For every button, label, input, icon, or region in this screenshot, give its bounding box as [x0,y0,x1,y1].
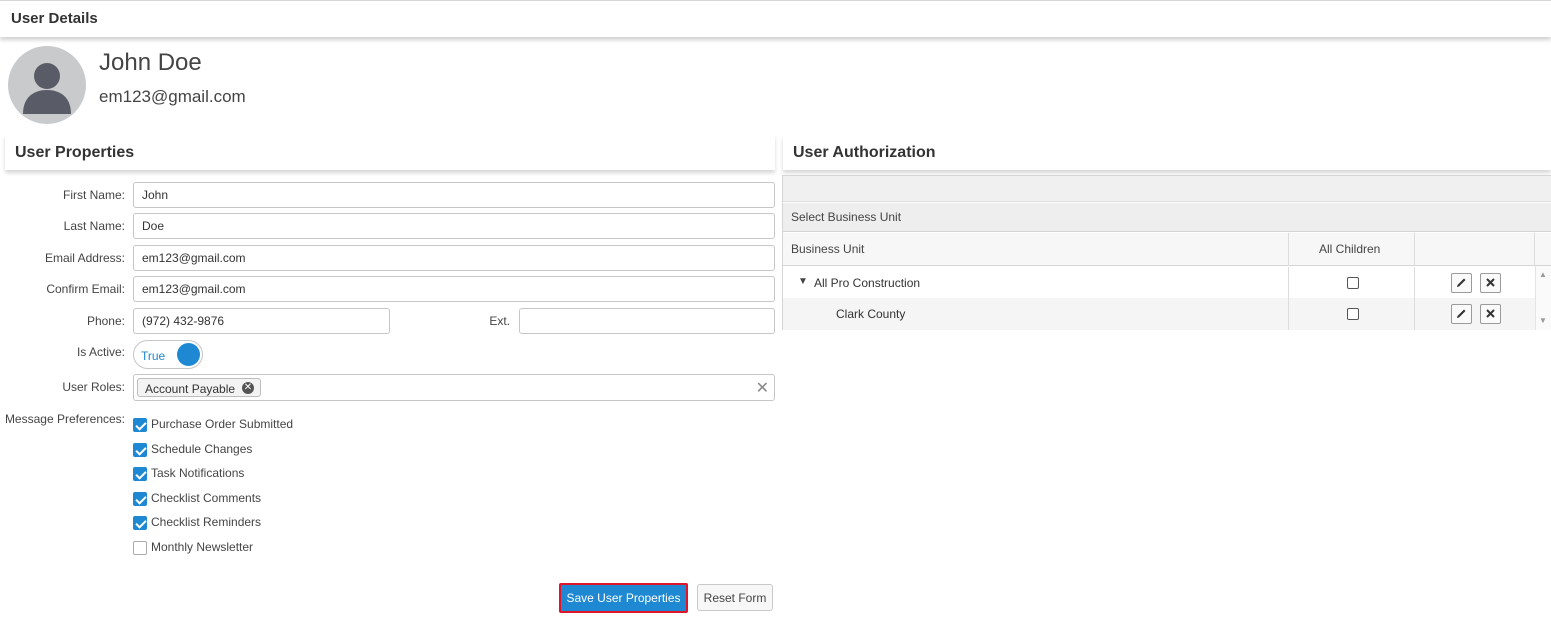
page-title: User Details [11,10,98,27]
phone-label: Phone: [86,314,125,328]
user-authorization-title: User Authorization [783,135,1551,170]
column-all-children[interactable]: All Children [1319,242,1380,256]
toggle-knob [177,343,200,366]
select-business-unit-bar[interactable]: Select Business Unit [783,203,1551,232]
user-roles-label: User Roles: [62,380,125,394]
pref-label: Purchase Order Submitted [151,417,294,431]
pref-label: Task Notifications [151,466,245,480]
confirm-email-label: Confirm Email: [46,282,125,296]
all-children-checkbox[interactable] [1347,277,1359,289]
column-divider [1414,267,1415,299]
pref-label: Checklist Reminders [151,515,262,529]
grid-toolbar [783,176,1551,202]
ext-label: Ext. [489,314,510,328]
column-divider [1414,233,1415,266]
user-roles-multiselect[interactable]: Account Payable ✕ ✕ [133,374,775,401]
business-unit-name: Clark County [836,307,906,321]
checkbox-icon[interactable] [133,418,147,432]
delete-icon[interactable] [1480,304,1501,324]
all-children-checkbox[interactable] [1347,308,1359,320]
scroll-up-icon[interactable]: ▲ [1539,270,1547,279]
checkbox-icon[interactable] [133,541,147,555]
last-name-input[interactable] [133,213,775,239]
chip-remove-icon[interactable]: ✕ [242,382,254,394]
reset-form-button[interactable]: Reset Form [697,584,773,611]
confirm-email-input[interactable] [133,276,775,302]
is-active-value: True [141,349,166,363]
column-divider [1288,298,1289,330]
phone-input[interactable] [133,308,390,334]
column-divider [1534,233,1535,266]
role-chip: Account Payable ✕ [137,378,261,397]
clear-icon[interactable]: ✕ [756,378,769,398]
scroll-down-icon[interactable]: ▼ [1539,316,1547,325]
edit-icon[interactable] [1451,304,1472,324]
save-user-properties-button[interactable]: Save User Properties [559,583,688,613]
tree-row[interactable]: ▼ All Pro Construction [783,267,1536,299]
column-divider [1414,298,1415,330]
email-label: Email Address: [44,251,125,265]
user-name: John Doe [99,49,202,76]
is-active-toggle[interactable]: True [133,340,203,369]
first-name-input[interactable] [133,182,775,208]
email-input[interactable] [133,245,775,271]
checkbox-icon[interactable] [133,467,147,481]
edit-icon[interactable] [1451,273,1472,293]
pref-label: Schedule Changes [151,442,253,456]
business-unit-grid: Select Business Unit Business Unit All C… [782,175,1551,330]
delete-icon[interactable] [1480,273,1501,293]
grid-header: Business Unit All Children [783,233,1551,266]
ext-input[interactable] [519,308,775,334]
message-preferences-label: Message Preferences: [4,412,125,426]
column-divider [1288,233,1289,266]
grid-scrollbar[interactable]: ▲ ▼ [1535,266,1551,330]
column-business-unit[interactable]: Business Unit [791,242,864,256]
tree-row[interactable]: Clark County [783,298,1536,330]
page-header: User Details [0,0,1551,37]
pref-label: Monthly Newsletter [151,540,254,554]
last-name-label: Last Name: [63,219,125,233]
checkbox-icon[interactable] [133,516,147,530]
user-properties-title: User Properties [5,135,775,170]
pref-label: Checklist Comments [151,491,262,505]
column-divider [1288,267,1289,299]
caret-down-icon[interactable]: ▼ [798,276,808,287]
user-avatar-icon [8,46,86,124]
checkbox-icon[interactable] [133,443,147,457]
business-unit-name: All Pro Construction [814,276,921,290]
first-name-label: First Name: [62,188,125,202]
checkbox-icon[interactable] [133,492,147,506]
role-chip-label: Account Payable [145,382,236,396]
user-email: em123@gmail.com [99,87,246,106]
is-active-label: Is Active: [76,345,125,359]
